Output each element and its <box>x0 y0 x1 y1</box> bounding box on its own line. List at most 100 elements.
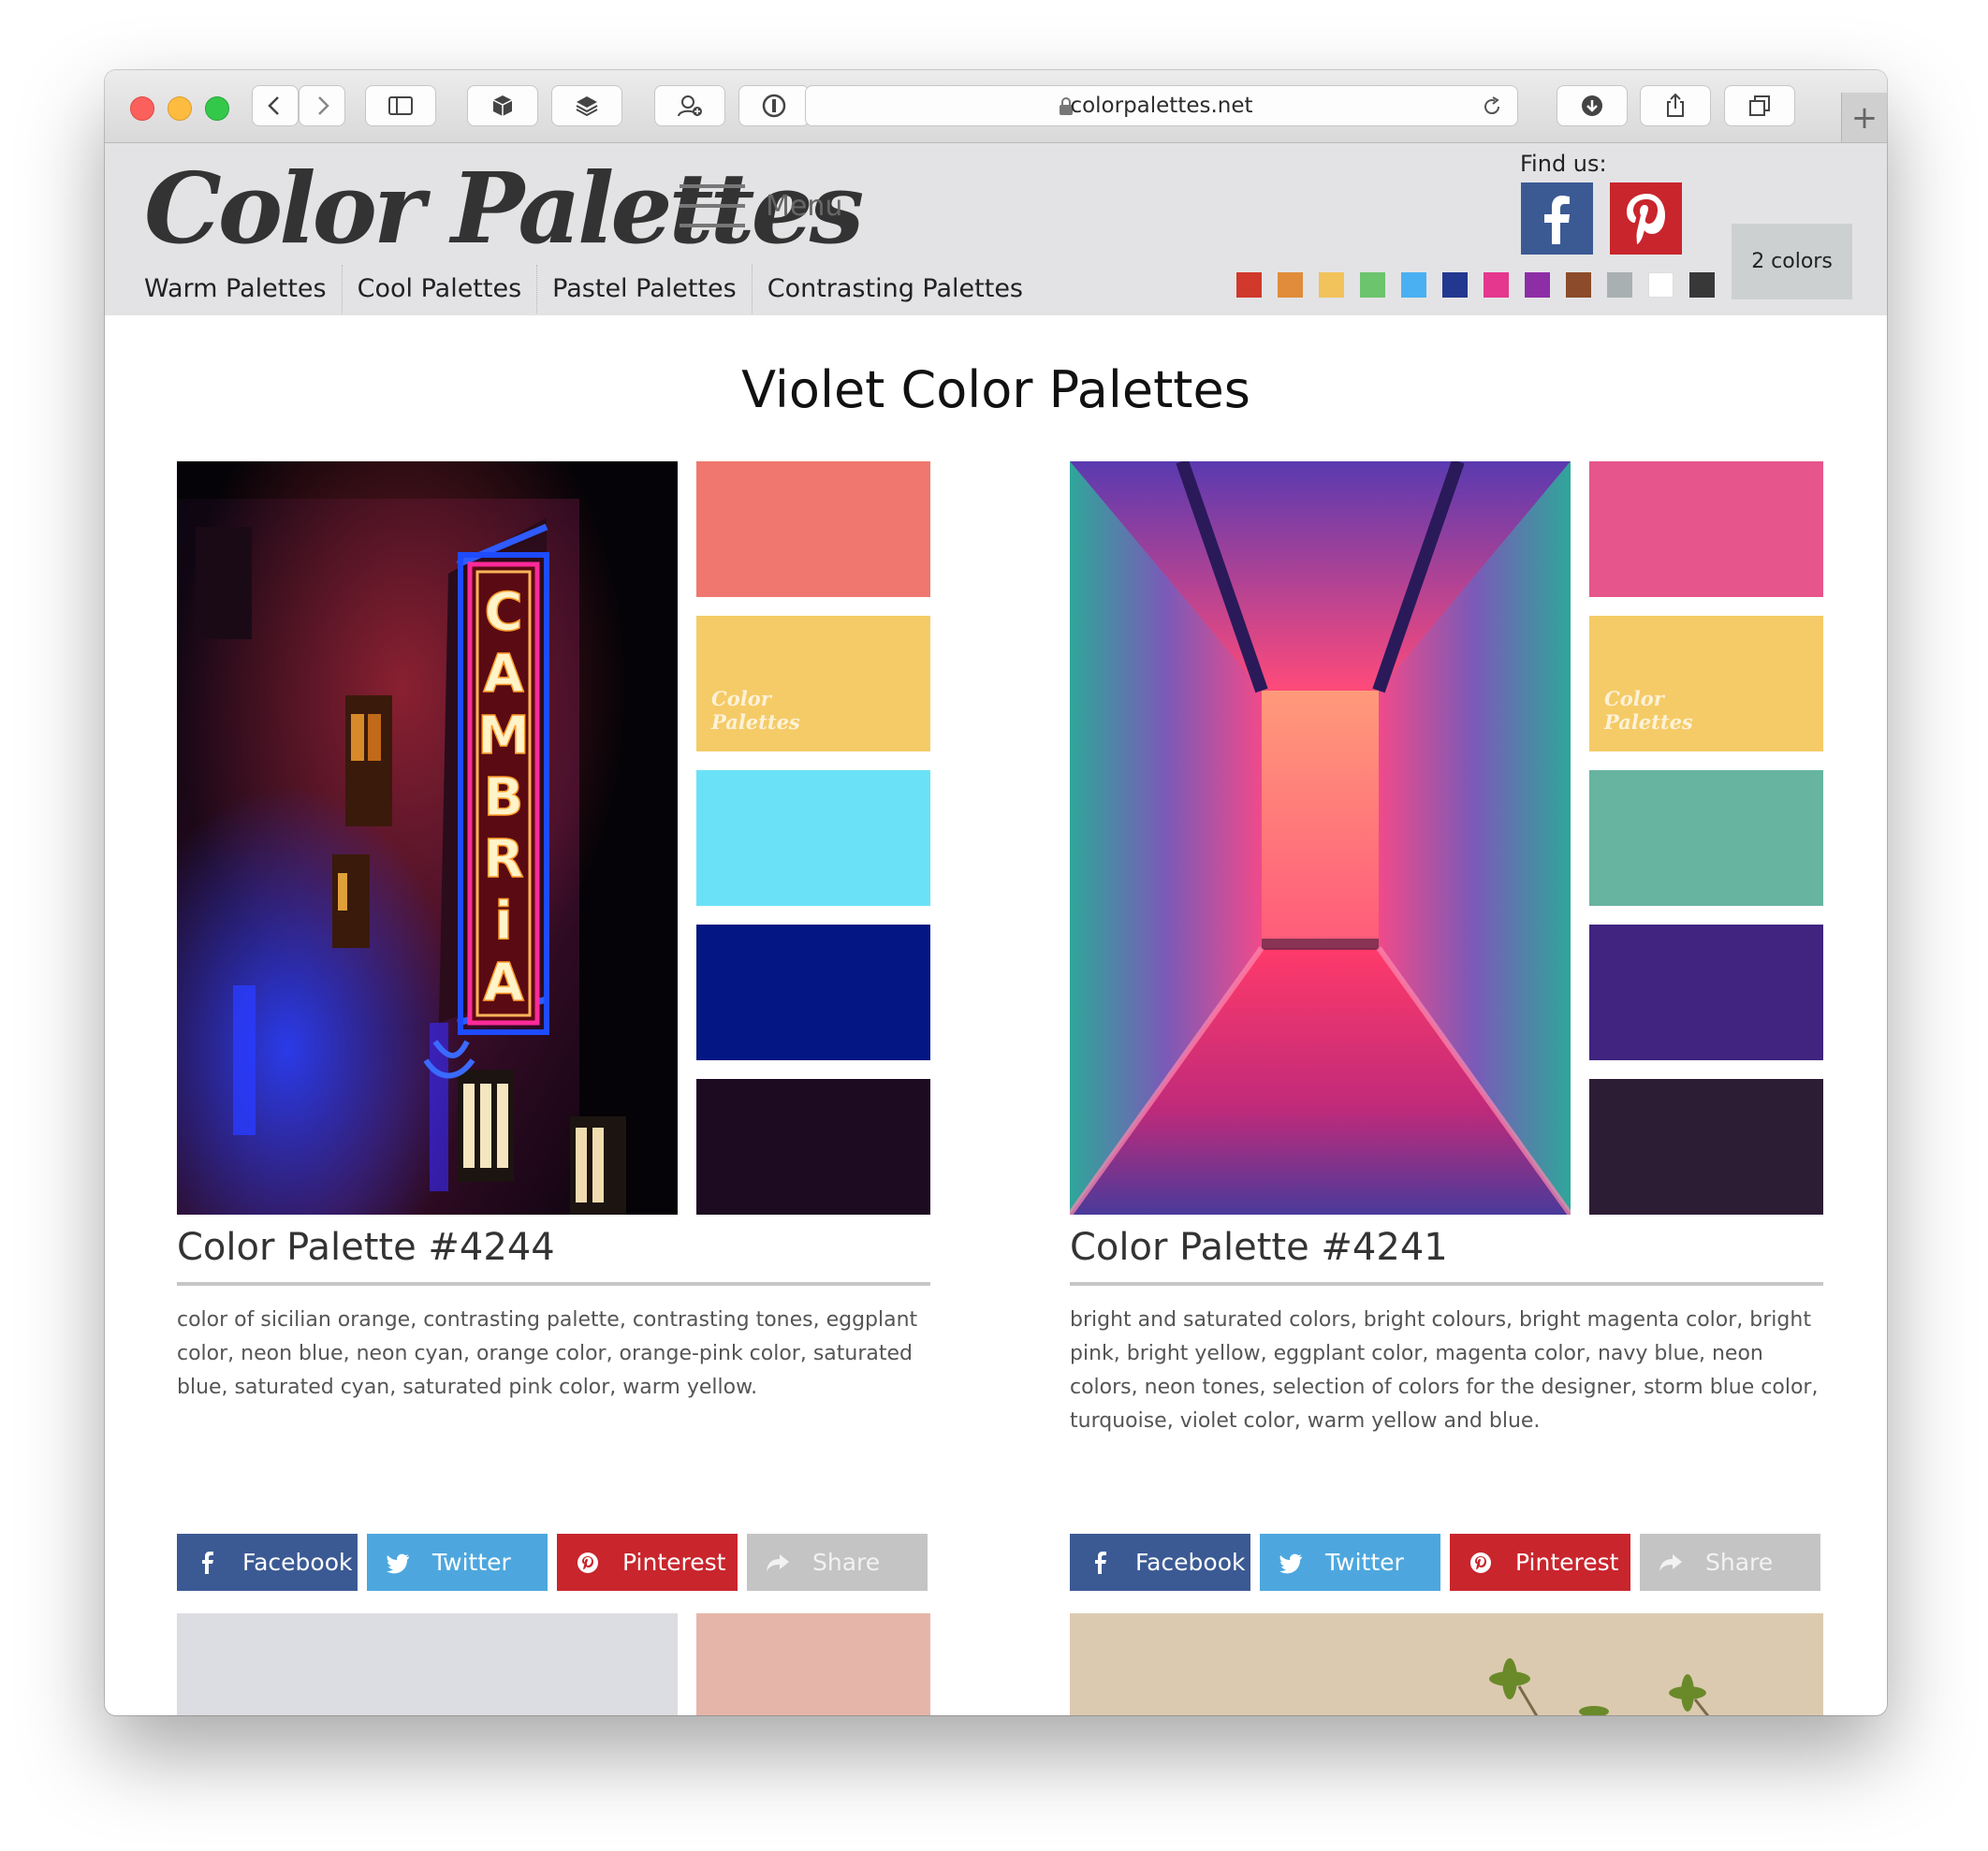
palette-color-block[interactable] <box>1589 461 1823 597</box>
palette-photo-cambria-sign[interactable]: CAMBRiA <box>177 461 678 1215</box>
pinterest-share-button[interactable]: Pinterest <box>1450 1534 1630 1591</box>
palette-color-block[interactable] <box>1589 1079 1823 1215</box>
nav-warm-palettes[interactable]: Warm Palettes <box>144 265 343 313</box>
hamburger-icon <box>680 184 745 227</box>
twitter-share-label: Twitter <box>1325 1549 1404 1576</box>
extension-profile-button[interactable] <box>654 85 725 126</box>
facebook-link[interactable] <box>1521 182 1593 255</box>
sign-letter: C <box>484 582 522 643</box>
color-filter-swatch[interactable] <box>1442 272 1468 298</box>
category-nav: Warm Palettes Cool Palettes Pastel Palet… <box>144 265 1038 313</box>
color-filter-swatch[interactable] <box>1607 272 1632 298</box>
color-filter-swatch[interactable] <box>1525 272 1550 298</box>
color-filter-swatch[interactable] <box>1236 272 1262 298</box>
chevron-left-icon <box>268 96 279 115</box>
sign-letter: M <box>477 706 530 766</box>
url-text: colorpalettes.net <box>1070 94 1253 118</box>
tabs-icon <box>1749 95 1770 116</box>
back-button[interactable] <box>252 85 299 126</box>
sign-letter: A <box>483 644 524 705</box>
sidebar-button[interactable] <box>365 85 436 126</box>
pinterest-icon <box>1627 194 1665 244</box>
pinterest-share-button[interactable]: Pinterest <box>557 1534 738 1591</box>
share-buttons: Facebook Twitter Pinterest Share <box>1070 1534 1823 1591</box>
share-label: Share <box>1705 1549 1774 1576</box>
color-filter-swatches <box>1236 272 1731 298</box>
color-filter-swatch[interactable] <box>1319 272 1344 298</box>
share-page-button[interactable] <box>1640 85 1711 126</box>
color-filter-swatch[interactable] <box>1689 272 1715 298</box>
facebook-share-button[interactable]: Facebook <box>177 1534 358 1591</box>
nav-cool-palettes[interactable]: Cool Palettes <box>343 265 538 313</box>
color-filter-swatch[interactable] <box>1360 272 1385 298</box>
color-filter-swatch[interactable] <box>1648 272 1674 298</box>
forward-button[interactable] <box>299 85 345 126</box>
sign-letter: R <box>483 829 523 890</box>
minimize-window-button[interactable] <box>168 96 192 121</box>
twitter-icon <box>384 1549 412 1577</box>
color-filter-swatch[interactable] <box>1278 272 1303 298</box>
close-window-button[interactable] <box>130 96 154 121</box>
extension-layers-button[interactable] <box>551 85 622 126</box>
pinterest-link[interactable] <box>1610 182 1682 255</box>
menu-button[interactable]: Menu <box>680 184 842 227</box>
next-photo-image <box>177 1613 678 1715</box>
palette-photo-neon-corridor[interactable] <box>1070 461 1571 1215</box>
next-palette-photo[interactable] <box>177 1613 678 1715</box>
palette-color-block[interactable] <box>696 925 930 1060</box>
chevron-right-icon <box>318 96 329 115</box>
palette-color-block[interactable] <box>1589 770 1823 906</box>
nav-pastel-palettes[interactable]: Pastel Palettes <box>537 265 753 313</box>
watermark-logo: Color Palettes <box>1604 687 1693 734</box>
palette-title[interactable]: Color Palette #4241 <box>1070 1226 1823 1286</box>
palette-color-block[interactable] <box>696 1079 930 1215</box>
twitter-icon <box>1277 1549 1305 1577</box>
palette-color-block[interactable] <box>696 770 930 906</box>
next-palette-photo[interactable] <box>1070 1613 1823 1715</box>
pinterest-share-label: Pinterest <box>622 1549 726 1576</box>
pinterest-icon <box>1467 1549 1495 1577</box>
palette-color-block[interactable]: Color Palettes <box>1589 616 1823 751</box>
pinterest-icon <box>574 1549 602 1577</box>
color-filter-swatch[interactable] <box>1401 272 1426 298</box>
two-colors-button[interactable]: 2 colors <box>1732 224 1852 299</box>
twitter-share-label: Twitter <box>432 1549 511 1576</box>
palette-description: bright and saturated colors, bright colo… <box>1070 1308 1819 1433</box>
share-buttons: Facebook Twitter Pinterest Share <box>177 1534 930 1591</box>
palette-color-block[interactable] <box>1589 925 1823 1060</box>
extension-box-button[interactable] <box>467 85 538 126</box>
reload-icon[interactable] <box>1480 95 1504 119</box>
onepassword-icon <box>762 94 786 118</box>
palette-title[interactable]: Color Palette #4244 <box>177 1226 930 1286</box>
address-bar[interactable]: colorpalettes.net <box>805 85 1518 126</box>
color-filter-swatch[interactable] <box>1484 272 1509 298</box>
sign-letter: i <box>494 891 512 952</box>
share-button[interactable]: Share <box>747 1534 928 1591</box>
zoom-window-button[interactable] <box>205 96 229 121</box>
tab-overview-button[interactable] <box>1724 85 1795 126</box>
password-manager-button[interactable] <box>738 85 810 126</box>
new-tab-button[interactable]: + <box>1841 93 1887 142</box>
palette-swatch-stack: Color Palettes <box>1589 461 1823 1233</box>
page-title: Violet Color Palettes <box>741 360 1250 419</box>
twitter-share-button[interactable]: Twitter <box>1260 1534 1440 1591</box>
next-palette-swatch <box>696 1613 930 1715</box>
share-button[interactable]: Share <box>1640 1534 1820 1591</box>
palette-color-block[interactable]: Color Palettes <box>696 616 930 751</box>
layers-icon <box>576 96 598 117</box>
palette-color-block[interactable] <box>696 461 930 597</box>
color-filter-swatch[interactable] <box>1566 272 1591 298</box>
twitter-share-button[interactable]: Twitter <box>367 1534 548 1591</box>
facebook-share-label: Facebook <box>242 1549 353 1576</box>
neon-corridor-image <box>1070 461 1571 1215</box>
find-us-label: Find us: <box>1520 151 1607 177</box>
menu-label: Menu <box>766 189 843 223</box>
downloads-button[interactable] <box>1557 85 1628 126</box>
palette-description: color of sicilian orange, contrasting pa… <box>177 1308 918 1399</box>
cube-icon <box>492 95 513 116</box>
nav-contrasting-palettes[interactable]: Contrasting Palettes <box>753 265 1038 313</box>
facebook-share-button[interactable]: Facebook <box>1070 1534 1250 1591</box>
download-icon <box>1582 95 1602 116</box>
facebook-share-label: Facebook <box>1135 1549 1246 1576</box>
share-arrow-icon <box>764 1549 792 1577</box>
